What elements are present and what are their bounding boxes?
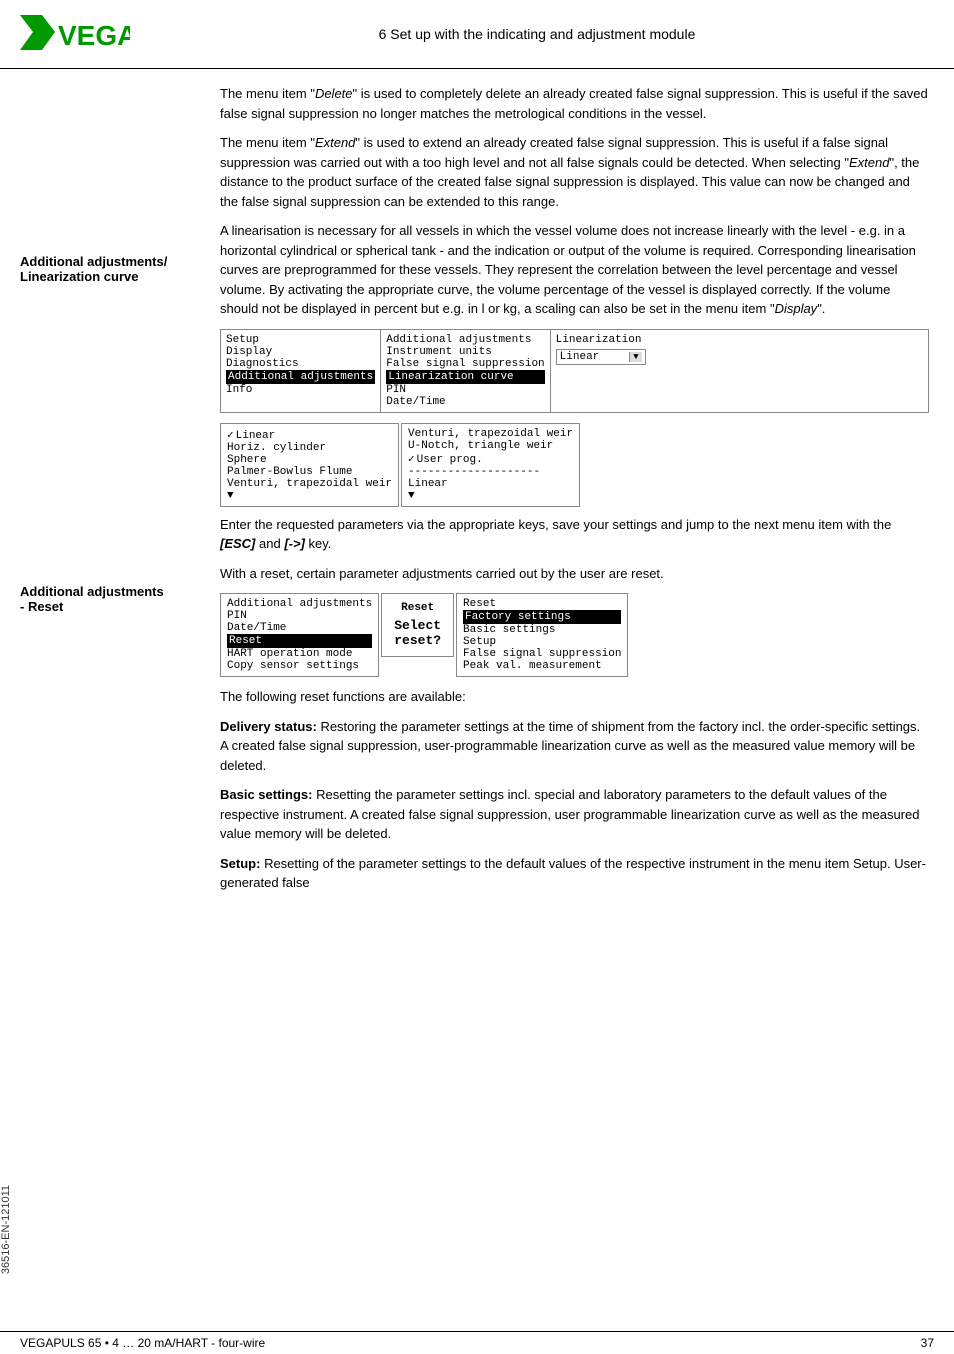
dropdown-arrow-icon[interactable]: ▼: [629, 352, 641, 362]
menu-item-falsesig: False signal suppression: [386, 358, 544, 370]
venturi-option: Venturi, trapezoidal weir: [227, 478, 392, 490]
reset-hart: HART operation mode: [227, 648, 372, 660]
basic-settings-paragraph: Basic settings: Resetting the parameter …: [220, 785, 929, 844]
sphere-option: Sphere: [227, 454, 392, 466]
sidebar-reset-label: Additional adjustments- Reset: [20, 584, 195, 614]
linearization-paragraph: A linearisation is necessary for all ves…: [220, 221, 929, 319]
linearization-label: Linearization: [556, 334, 646, 346]
linearization-value: Linear: [560, 351, 630, 363]
menu-diagram-1: Setup Display Diagnostics Additional adj…: [220, 329, 929, 413]
menu-col-2: Additional adjustments Instrument units …: [381, 330, 550, 412]
linear-option: Linear: [227, 428, 392, 442]
delivery-status-paragraph: Delivery status: Restoring the parameter…: [220, 717, 929, 776]
reset-col2-header: Reset: [401, 602, 434, 614]
sidebar-reset: Additional adjustments- Reset: [20, 584, 195, 614]
logo: VEGA: [20, 10, 140, 58]
reset-copy: Copy sensor settings: [227, 660, 372, 672]
menu-item-diagnostics: Diagnostics: [226, 358, 375, 370]
unotch-option: U-Notch, triangle weir: [408, 440, 573, 452]
reset-select-col: Reset Select reset?: [381, 593, 454, 657]
enter-keys-paragraph: Enter the requested parameters via the a…: [220, 515, 929, 554]
footer-right: 37: [921, 1336, 934, 1350]
main-content: The menu item "Delete" is used to comple…: [210, 69, 954, 918]
menu-diagram-2: Linear Horiz. cylinder Sphere Palmer-Bow…: [220, 423, 929, 507]
setup-paragraph: Setup: Resetting of the parameter settin…: [220, 854, 929, 893]
curve-type-menu: Linear Horiz. cylinder Sphere Palmer-Bow…: [220, 423, 399, 507]
user-prog-option: User prog.: [408, 452, 573, 466]
menu-item-setup: Setup: [226, 334, 375, 346]
curve-additional-menu: Venturi, trapezoidal weir U-Notch, trian…: [401, 423, 580, 507]
palmer-option: Palmer-Bowlus Flume: [227, 466, 392, 478]
document-id: 36516-EN-121011: [0, 1185, 16, 1274]
basic-settings-option: Basic settings: [463, 624, 621, 636]
reset-header: Additional adjustments: [227, 598, 372, 610]
reset-question: reset?: [394, 633, 441, 648]
svg-text:VEGA: VEGA: [58, 20, 130, 51]
reset-datetime: Date/Time: [227, 622, 372, 634]
reset-item: Reset: [227, 634, 372, 648]
menu-col-1: Setup Display Diagnostics Additional adj…: [221, 330, 381, 412]
delete-paragraph: The menu item "Delete" is used to comple…: [220, 84, 929, 123]
page-header: VEGA 6 Set up with the indicating and ad…: [0, 0, 954, 69]
menu-item-additional: Additional adjustments: [226, 370, 375, 384]
sidebar-linearization-label: Additional adjustments/Linearization cur…: [20, 254, 195, 284]
reset-pin: PIN: [227, 610, 372, 622]
extend-paragraph: The menu item "Extend" is used to extend…: [220, 133, 929, 211]
false-signal-option: False signal suppression: [463, 648, 621, 660]
linearization-dropdown[interactable]: Linear ▼: [556, 349, 646, 365]
linear-option-2: Linear: [408, 478, 573, 490]
reset-intro-paragraph: With a reset, certain parameter adjustme…: [220, 564, 929, 584]
footer-left: VEGAPULS 65 • 4 … 20 mA/HART - four-wire: [20, 1336, 265, 1350]
venturi-trap-option: Venturi, trapezoidal weir: [408, 428, 573, 440]
menu-item-info: Info: [226, 384, 375, 396]
sidebar-linearization: Additional adjustments/Linearization cur…: [20, 254, 195, 284]
reset-options-col: Reset Factory settings Basic settings Se…: [456, 593, 628, 677]
reset-available-paragraph: The following reset functions are availa…: [220, 687, 929, 707]
menu-item-linearization: Linearization curve: [386, 370, 544, 384]
menu-col-3: Linearization Linear ▼: [551, 330, 651, 412]
menu-col2-header: Additional adjustments: [386, 334, 544, 346]
peak-val-option: Peak val. measurement: [463, 660, 621, 672]
reset-col3-header: Reset: [463, 598, 621, 610]
reset-menu-col1: Additional adjustments PIN Date/Time Res…: [220, 593, 379, 677]
header-title: 6 Set up with the indicating and adjustm…: [140, 26, 934, 42]
separator-line: --------------------: [408, 466, 573, 478]
menu-item-instrunits: Instrument units: [386, 346, 544, 358]
menu-item-display: Display: [226, 346, 375, 358]
menu-item-datetime: Date/Time: [386, 396, 544, 408]
page-footer: VEGAPULS 65 • 4 … 20 mA/HART - four-wire…: [0, 1331, 954, 1354]
select-label: Select: [394, 618, 441, 633]
page-content: Additional adjustments/Linearization cur…: [0, 69, 954, 918]
left-sidebar: Additional adjustments/Linearization cur…: [0, 69, 210, 918]
factory-settings-option: Factory settings: [463, 610, 621, 624]
horiz-cylinder-option: Horiz. cylinder: [227, 442, 392, 454]
menu-item-pin: PIN: [386, 384, 544, 396]
setup-option: Setup: [463, 636, 621, 648]
reset-diagram: Additional adjustments PIN Date/Time Res…: [220, 593, 929, 677]
